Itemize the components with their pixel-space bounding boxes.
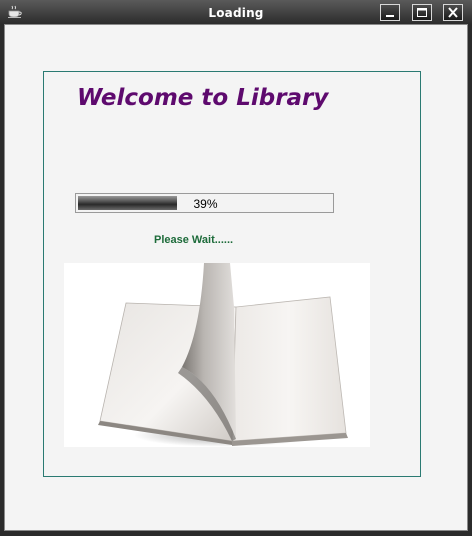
client-area: Welcome to Library 39% Please Wait......: [4, 24, 468, 531]
open-book-image: [64, 263, 370, 447]
close-icon: [448, 7, 458, 18]
window-title: Loading: [208, 6, 264, 20]
status-text: Please Wait......: [154, 234, 234, 246]
close-button[interactable]: [443, 4, 463, 21]
progress-bar: 39%: [75, 193, 334, 213]
maximize-icon: [417, 8, 427, 17]
maximize-button[interactable]: [412, 4, 432, 21]
welcome-heading: Welcome to Library: [77, 85, 329, 111]
progress-percent: 39%: [193, 197, 218, 211]
minimize-icon: [386, 15, 394, 17]
title-bar[interactable]: Loading: [0, 0, 472, 24]
loading-window: Loading Welcome to Library 39% Please Wa…: [0, 0, 472, 536]
minimize-button[interactable]: [380, 4, 400, 21]
